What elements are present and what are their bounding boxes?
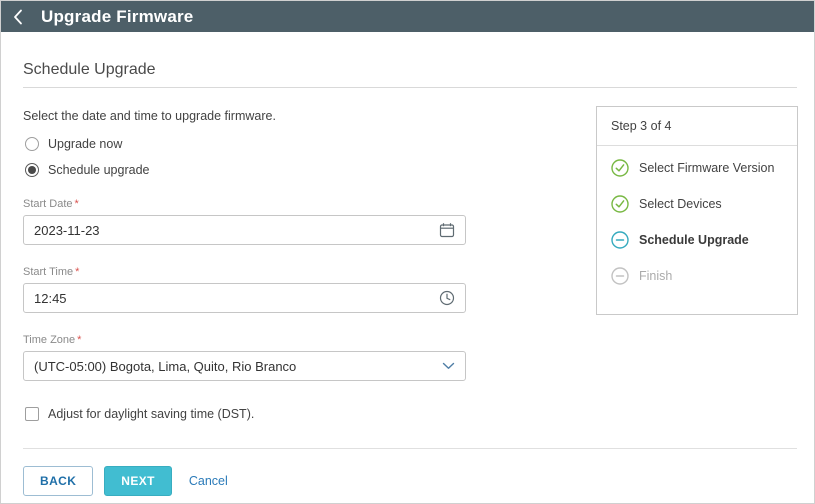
cancel-link[interactable]: Cancel — [189, 474, 228, 488]
time-zone-label: Time Zone* — [23, 334, 466, 346]
page-title: Upgrade Firmware — [41, 7, 193, 27]
step-done-check-icon — [611, 195, 629, 218]
wizard-panel: Step 3 of 4 Select Firmware Version — [596, 106, 798, 315]
radio-circle-icon — [25, 163, 39, 177]
time-zone-select[interactable]: (UTC-05:00) Bogota, Lima, Quito, Rio Bra… — [23, 351, 466, 381]
radio-label: Schedule upgrade — [48, 163, 149, 177]
start-time-label: Start Time* — [23, 266, 466, 278]
radio-label: Upgrade now — [48, 137, 122, 151]
section-title: Schedule Upgrade — [23, 61, 156, 79]
start-date-field: Start Date* 2023-11-23 — [23, 198, 466, 245]
start-date-input[interactable]: 2023-11-23 — [23, 215, 466, 245]
back-chevron-button[interactable] — [1, 1, 35, 32]
dst-checkbox-label: Adjust for daylight saving time (DST). — [48, 407, 254, 421]
start-time-value: 12:45 — [34, 291, 439, 306]
start-date-value: 2023-11-23 — [34, 223, 439, 238]
step-finish: Finish — [611, 268, 783, 290]
step-pending-dash-icon — [611, 267, 629, 290]
required-asterisk: * — [75, 266, 79, 278]
wizard-step-list: Select Firmware Version Select Devices — [597, 146, 797, 314]
step-schedule-upgrade: Schedule Upgrade — [611, 232, 783, 254]
main-content: Schedule Upgrade Select the date and tim… — [1, 32, 814, 503]
step-select-firmware-version: Select Firmware Version — [611, 160, 783, 182]
intro-text: Select the date and time to upgrade firm… — [23, 109, 276, 123]
time-zone-field: Time Zone* (UTC-05:00) Bogota, Lima, Qui… — [23, 334, 466, 381]
step-label: Select Devices — [639, 196, 722, 213]
step-select-devices: Select Devices — [611, 196, 783, 218]
radio-upgrade-now[interactable]: Upgrade now — [25, 137, 122, 151]
radio-schedule-upgrade[interactable]: Schedule upgrade — [25, 163, 149, 177]
start-time-input[interactable]: 12:45 — [23, 283, 466, 313]
section-divider — [23, 87, 797, 88]
step-done-check-icon — [611, 159, 629, 182]
footer-divider — [23, 448, 797, 449]
step-label: Select Firmware Version — [639, 160, 774, 177]
dst-checkbox-row[interactable]: Adjust for daylight saving time (DST). — [25, 407, 254, 421]
start-date-label: Start Date* — [23, 198, 466, 210]
calendar-icon[interactable] — [439, 222, 455, 238]
radio-circle-icon — [25, 137, 39, 151]
checkbox-icon[interactable] — [25, 407, 39, 421]
app-header: Upgrade Firmware — [1, 1, 814, 32]
action-bar: BACK NEXT Cancel — [23, 466, 228, 496]
chevron-down-icon — [442, 362, 455, 370]
wizard-step-counter: Step 3 of 4 — [597, 107, 797, 146]
back-button[interactable]: BACK — [23, 466, 93, 496]
time-zone-value: (UTC-05:00) Bogota, Lima, Quito, Rio Bra… — [34, 359, 442, 374]
required-asterisk: * — [77, 334, 81, 346]
step-label: Schedule Upgrade — [639, 232, 749, 249]
step-label: Finish — [639, 268, 672, 285]
start-time-field: Start Time* 12:45 — [23, 266, 466, 313]
step-current-dash-icon — [611, 231, 629, 254]
chevron-left-icon — [13, 9, 23, 25]
required-asterisk: * — [75, 198, 79, 210]
next-button[interactable]: NEXT — [104, 466, 172, 496]
clock-icon[interactable] — [439, 290, 455, 306]
